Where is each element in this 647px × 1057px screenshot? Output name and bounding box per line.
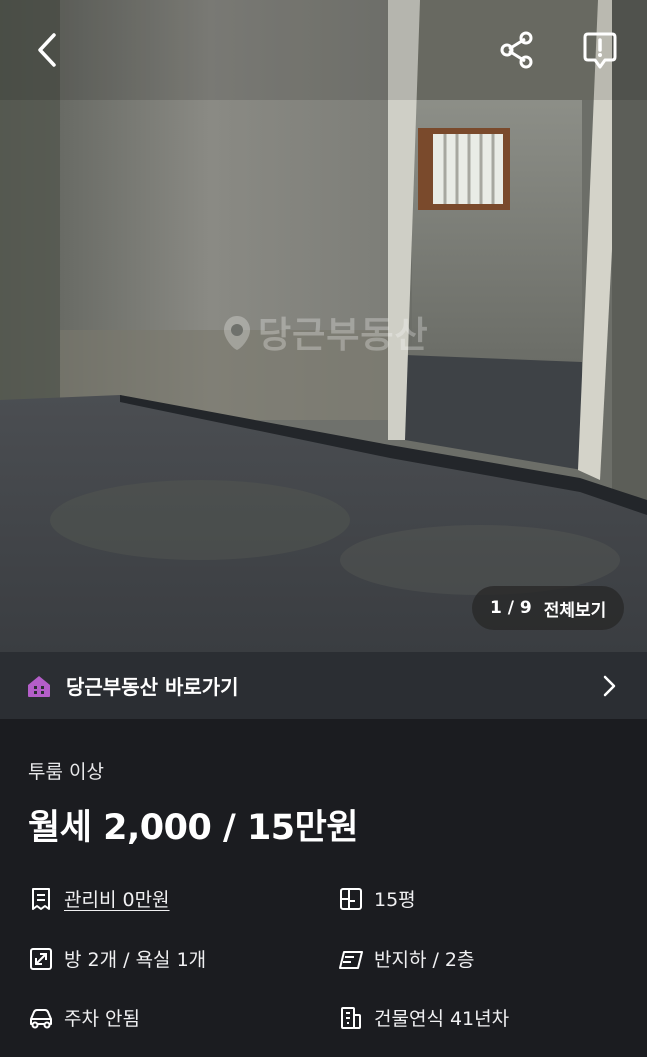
building-icon [338,1005,364,1031]
floor-text: 반지하 / 2층 [374,949,475,971]
carrot-logo-icon [224,316,250,350]
room-type: 투룸 이상 [28,761,104,783]
watermark-text: 당근부동산 [258,315,429,356]
view-all-label: 전체보기 [543,600,607,621]
listing-photo[interactable]: 당근부동산 1 / 9 전체보기 [0,0,647,652]
building-age-spec: 건물연식 41년차 [338,1004,509,1031]
car-icon [28,1005,54,1031]
area-spec: 15평 [338,885,416,912]
photo-counter-button[interactable]: 1 / 9 전체보기 [472,586,625,630]
chevron-left-icon [38,33,56,67]
banner-label: 당근부동산 바로가기 [66,675,239,699]
building-age-text: 건물연식 41년차 [374,1008,510,1030]
report-icon [583,32,617,69]
parking-spec: 주차 안됨 [28,1004,140,1031]
share-icon [500,31,533,69]
house-icon [28,675,50,697]
expand-icon [28,946,54,972]
rooms-spec: 방 2개 / 욕실 1개 [28,945,206,972]
photo-counter: 1 / 9 [490,598,532,618]
back-button[interactable] [24,28,68,72]
share-button[interactable] [495,28,539,72]
stairs-icon [338,946,364,972]
maintenance-fee[interactable]: 관리비 0만원 [28,885,170,912]
photo-watermark: 당근부동산 [222,306,429,358]
chevron-right-icon [603,675,616,696]
floorplan-icon [338,886,364,912]
listing-info: 투룸 이상 월세 2,000 / 15만원 관리비 0만원 15평 방 2개 /… [0,719,647,1057]
daangn-realty-banner[interactable]: 당근부동산 바로가기 [0,652,647,719]
parking-text: 주차 안됨 [64,1008,140,1030]
counter-total: 9 [519,598,532,618]
receipt-icon [28,886,54,912]
report-button[interactable] [578,28,622,72]
price-title: 월세 2,000 / 15만원 [28,808,359,848]
counter-separator: / [507,598,514,618]
maintenance-fee-text: 관리비 0만원 [64,889,170,911]
area-text: 15평 [374,889,416,911]
floor-spec: 반지하 / 2층 [338,945,475,972]
rooms-text: 방 2개 / 욕실 1개 [64,949,207,971]
counter-current: 1 [490,598,502,618]
